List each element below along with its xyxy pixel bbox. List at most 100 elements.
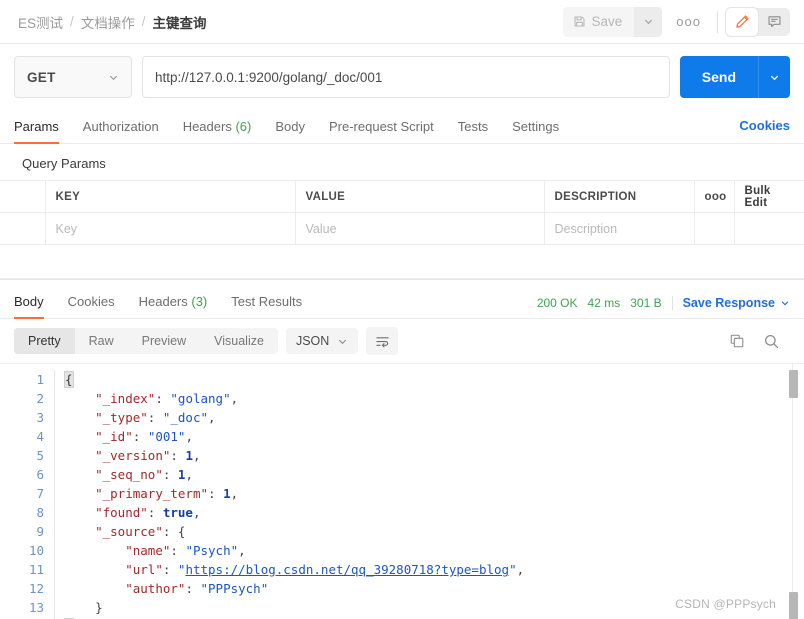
code-token: , <box>208 410 216 425</box>
code-token: { <box>64 371 74 388</box>
tab-tests[interactable]: Tests <box>458 119 488 143</box>
breadcrumb-item-0[interactable]: ES测试 <box>18 12 63 32</box>
top-bar-actions: Save ooo <box>562 6 790 37</box>
search-button[interactable] <box>763 333 780 350</box>
line-number: 3 <box>36 410 44 425</box>
send-button[interactable]: Send <box>679 56 758 98</box>
view-raw-button[interactable]: Raw <box>75 328 128 354</box>
breadcrumb-item-1[interactable]: 文档操作 <box>81 12 135 32</box>
gutter-divider <box>54 370 55 389</box>
code-link[interactable]: https://blog.csdn.net/qq_39280718?type=b… <box>185 562 509 577</box>
code-token: , <box>238 543 246 558</box>
view-preview-button[interactable]: Preview <box>128 328 200 354</box>
horizontal-scrollbar-thumb[interactable] <box>789 592 798 619</box>
line-number: 8 <box>36 505 44 520</box>
gutter-divider <box>54 408 55 427</box>
tab-headers[interactable]: Headers (6) <box>183 119 252 143</box>
tab-pre-request-script[interactable]: Pre-request Script <box>329 119 434 143</box>
code-line: 4 "_id": "001", <box>0 427 804 446</box>
code-line: 6 "_seq_no": 1, <box>0 465 804 484</box>
url-input[interactable]: http://127.0.0.1:9200/golang/_doc/001 <box>142 56 670 98</box>
response-tab-body[interactable]: Body <box>14 294 44 319</box>
code-token: "author" <box>125 581 186 596</box>
tab-authorization[interactable]: Authorization <box>83 119 159 143</box>
code-token: : <box>162 562 178 577</box>
edit-mode-button[interactable] <box>726 7 758 36</box>
row-checkbox[interactable] <box>0 212 46 245</box>
row-options[interactable] <box>694 212 735 245</box>
code-line: 11 "url": "https://blog.csdn.net/qq_3928… <box>0 560 804 579</box>
comment-button[interactable] <box>758 8 790 36</box>
line-number: 7 <box>36 486 44 501</box>
line-number: 10 <box>28 543 44 558</box>
save-group: Save <box>562 6 663 37</box>
code-token: " <box>509 562 517 577</box>
code-token: "_index" <box>95 391 156 406</box>
request-tabs: Params Authorization Headers (6) Body Pr… <box>0 110 804 144</box>
code-token: "PPPsych" <box>200 581 269 596</box>
chevron-down-icon <box>337 336 348 347</box>
response-tab-cookies-label: Cookies <box>67 294 115 309</box>
send-dropdown-button[interactable] <box>758 56 790 98</box>
code-line-text: "name": "Psych", <box>65 541 246 560</box>
wrap-text-icon <box>375 334 390 349</box>
tab-body[interactable]: Body <box>275 119 305 143</box>
code-token: : <box>147 410 163 425</box>
http-method-value: GET <box>27 69 56 85</box>
response-tab-cookies[interactable]: Cookies <box>68 294 115 318</box>
response-tab-headers[interactable]: Headers (3) <box>139 294 208 318</box>
code-token: : <box>162 524 178 539</box>
tab-headers-count: (6) <box>235 119 252 134</box>
code-token: , <box>192 505 201 520</box>
vertical-scrollbar-track[interactable] <box>792 364 793 619</box>
code-token: "_id" <box>95 429 133 444</box>
response-tab-body-label: Body <box>14 294 44 309</box>
line-number: 1 <box>36 372 44 387</box>
response-tab-test-results[interactable]: Test Results <box>231 294 302 318</box>
save-dropdown-button[interactable] <box>634 6 663 37</box>
response-meta: 200 OK 42 ms 301 B Save Response <box>537 296 790 318</box>
line-number: 6 <box>36 467 44 482</box>
code-line: 5 "_version": 1, <box>0 446 804 465</box>
vertical-scrollbar-thumb[interactable] <box>789 370 798 398</box>
code-token: , <box>516 562 525 577</box>
response-time: 42 ms <box>587 296 621 310</box>
tab-params[interactable]: Params <box>14 119 59 144</box>
save-response-button[interactable]: Save Response <box>683 296 790 310</box>
code-token: "golang" <box>170 391 231 406</box>
param-key-input[interactable]: Key <box>45 212 296 245</box>
code-token: "001" <box>147 429 186 444</box>
code-line-text: "_id": "001", <box>65 427 193 446</box>
http-method-select[interactable]: GET <box>14 56 132 98</box>
param-value-input[interactable]: Value <box>295 212 545 245</box>
language-select[interactable]: JSON <box>285 328 359 354</box>
save-button[interactable]: Save <box>562 6 635 37</box>
code-token: 1 <box>185 448 193 463</box>
gutter-divider <box>54 541 55 560</box>
column-options-button[interactable]: ooo <box>694 180 735 213</box>
code-line-text: "_type": "_doc", <box>65 408 216 427</box>
code-line: 8 "found": true, <box>0 503 804 522</box>
bulk-edit-button[interactable]: Bulk Edit <box>745 185 771 209</box>
response-body-viewer[interactable]: 1{2 "_index": "golang", 3 "_type": "_doc"… <box>0 363 804 619</box>
chevron-down-icon <box>780 298 790 308</box>
view-pretty-button[interactable]: Pretty <box>14 328 75 354</box>
gutter-divider <box>54 598 55 617</box>
tab-settings[interactable]: Settings <box>512 119 559 143</box>
response-divider[interactable] <box>0 279 804 286</box>
copy-button[interactable] <box>729 333 745 349</box>
param-description-input[interactable]: Description <box>544 212 695 245</box>
view-visualize-button[interactable]: Visualize <box>200 328 278 354</box>
chevron-down-icon <box>643 16 654 27</box>
code-token: : <box>162 467 178 482</box>
cookies-link[interactable]: Cookies <box>739 118 790 135</box>
wrap-text-button[interactable] <box>366 327 399 355</box>
tab-authorization-label: Authorization <box>82 119 159 134</box>
more-actions-button[interactable]: ooo <box>662 7 715 37</box>
code-line: 7 "_primary_term": 1, <box>0 484 804 503</box>
response-tools <box>729 333 790 350</box>
line-number: 13 <box>28 600 44 615</box>
code-line-text: { <box>64 370 74 389</box>
